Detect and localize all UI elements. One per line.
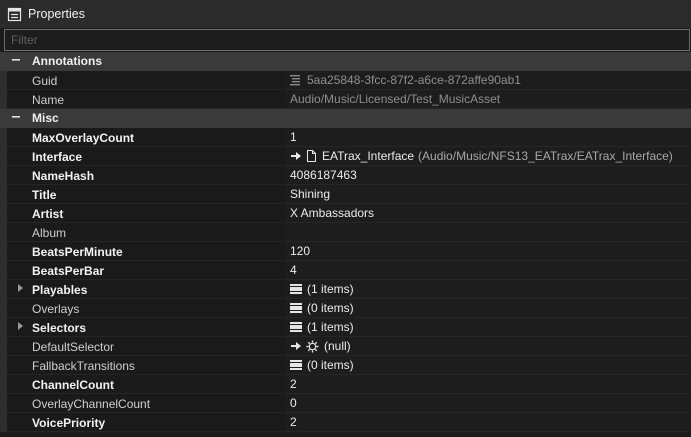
window-title: Properties: [28, 7, 85, 21]
property-name: BeatsPerMinute: [32, 245, 123, 259]
property-row-guid[interactable]: Guid 5aa25848-3fcc-87f2-a6ce-872affe90ab…: [0, 71, 691, 90]
property-value: (0 items): [307, 301, 354, 315]
property-name: VoicePriority: [32, 416, 106, 430]
property-value: X Ambassadors: [290, 206, 375, 220]
category-label: Annotations: [32, 54, 102, 68]
properties-icon: [7, 7, 22, 21]
property-name: Name: [32, 93, 65, 107]
property-row-name[interactable]: Name Audio/Music/Licensed/Test_MusicAsse…: [0, 90, 691, 109]
category-annotations[interactable]: − Annotations: [0, 52, 691, 71]
property-value: Audio/Music/Licensed/Test_MusicAsset: [290, 92, 501, 106]
property-value: 4086187463: [290, 168, 357, 182]
property-name: Selectors: [32, 321, 87, 335]
property-name: Album: [32, 226, 67, 240]
window-titlebar: Properties: [0, 0, 691, 28]
property-name: FallbackTransitions: [32, 359, 135, 373]
property-row-namehash[interactable]: NameHash 4086187463: [0, 166, 691, 185]
property-row-maxoverlaycount[interactable]: MaxOverlayCount 1: [0, 128, 691, 147]
collapse-annotations-button[interactable]: −: [10, 54, 22, 67]
filter-box[interactable]: [4, 29, 690, 51]
filter-input[interactable]: [5, 30, 689, 50]
property-row-beatsperminute[interactable]: BeatsPerMinute 120: [0, 242, 691, 261]
property-value: 0: [290, 396, 297, 410]
property-value: 120: [290, 244, 311, 258]
list-icon: [290, 321, 302, 333]
property-row-overlaychannelcount[interactable]: OverlayChannelCount 0: [0, 394, 691, 413]
property-value: EATrax_Interface: [322, 149, 415, 163]
property-row-defaultselector[interactable]: DefaultSelector (null): [0, 337, 691, 356]
property-value: 1: [290, 130, 297, 144]
property-name: OverlayChannelCount: [32, 397, 151, 411]
property-row-beatsperbar[interactable]: BeatsPerBar 4: [0, 261, 691, 280]
property-name: Artist: [32, 207, 64, 221]
property-row-channelcount[interactable]: ChannelCount 2: [0, 375, 691, 394]
property-row-playables[interactable]: Playables (1 items): [0, 280, 691, 299]
property-name: BeatsPerBar: [32, 264, 105, 278]
property-name: MaxOverlayCount: [32, 131, 135, 145]
property-name: Title: [32, 188, 57, 202]
property-name: ChannelCount: [32, 378, 114, 392]
expand-arrow-icon[interactable]: [18, 284, 23, 292]
property-name: Interface: [32, 150, 83, 164]
file-icon: [307, 150, 316, 162]
property-value: 2: [290, 415, 297, 429]
property-name: Guid: [32, 74, 58, 88]
arrow-right-icon[interactable]: [290, 150, 302, 162]
list-icon: [290, 359, 302, 371]
property-value: (1 items): [307, 320, 354, 334]
property-value: Shining: [290, 187, 331, 201]
property-row-selectors[interactable]: Selectors (1 items): [0, 318, 691, 337]
collapse-misc-button[interactable]: −: [10, 111, 22, 124]
property-row-album[interactable]: Album: [0, 223, 691, 242]
expand-arrow-icon[interactable]: [18, 322, 23, 330]
guid-list-icon: [290, 75, 300, 86]
property-row-artist[interactable]: Artist X Ambassadors: [0, 204, 691, 223]
property-name: NameHash: [32, 169, 95, 183]
property-row-title[interactable]: Title Shining: [0, 185, 691, 204]
list-icon: [290, 302, 302, 314]
gear-icon: [306, 340, 319, 352]
property-value: (1 items): [307, 282, 354, 296]
property-value: 4: [290, 263, 297, 277]
property-name: DefaultSelector: [32, 340, 115, 354]
property-row-voicepriority[interactable]: VoicePriority 2: [0, 413, 691, 432]
list-icon: [290, 283, 302, 295]
property-value: 5aa25848-3fcc-87f2-a6ce-872affe90ab1: [307, 73, 521, 87]
property-grid[interactable]: − Annotations Guid 5aa25848-3fcc-87f2-a6…: [0, 52, 691, 437]
property-value: (null): [324, 339, 351, 353]
asset-path: (Audio/Music/NFS13_EATrax/EATrax_Interfa…: [418, 149, 673, 163]
property-row-overlays[interactable]: Overlays (0 items): [0, 299, 691, 318]
property-name: Playables: [32, 283, 88, 297]
property-value: 2: [290, 377, 297, 391]
property-row-fallbacktransitions[interactable]: FallbackTransitions (0 items): [0, 356, 691, 375]
property-name: Overlays: [32, 302, 80, 316]
property-value: (0 items): [307, 358, 354, 372]
category-misc[interactable]: − Misc: [0, 109, 691, 128]
category-label: Misc: [32, 111, 59, 125]
arrow-right-icon[interactable]: [290, 340, 302, 352]
property-row-interface[interactable]: Interface EATrax_Interface (Audio/Music/…: [0, 147, 691, 166]
